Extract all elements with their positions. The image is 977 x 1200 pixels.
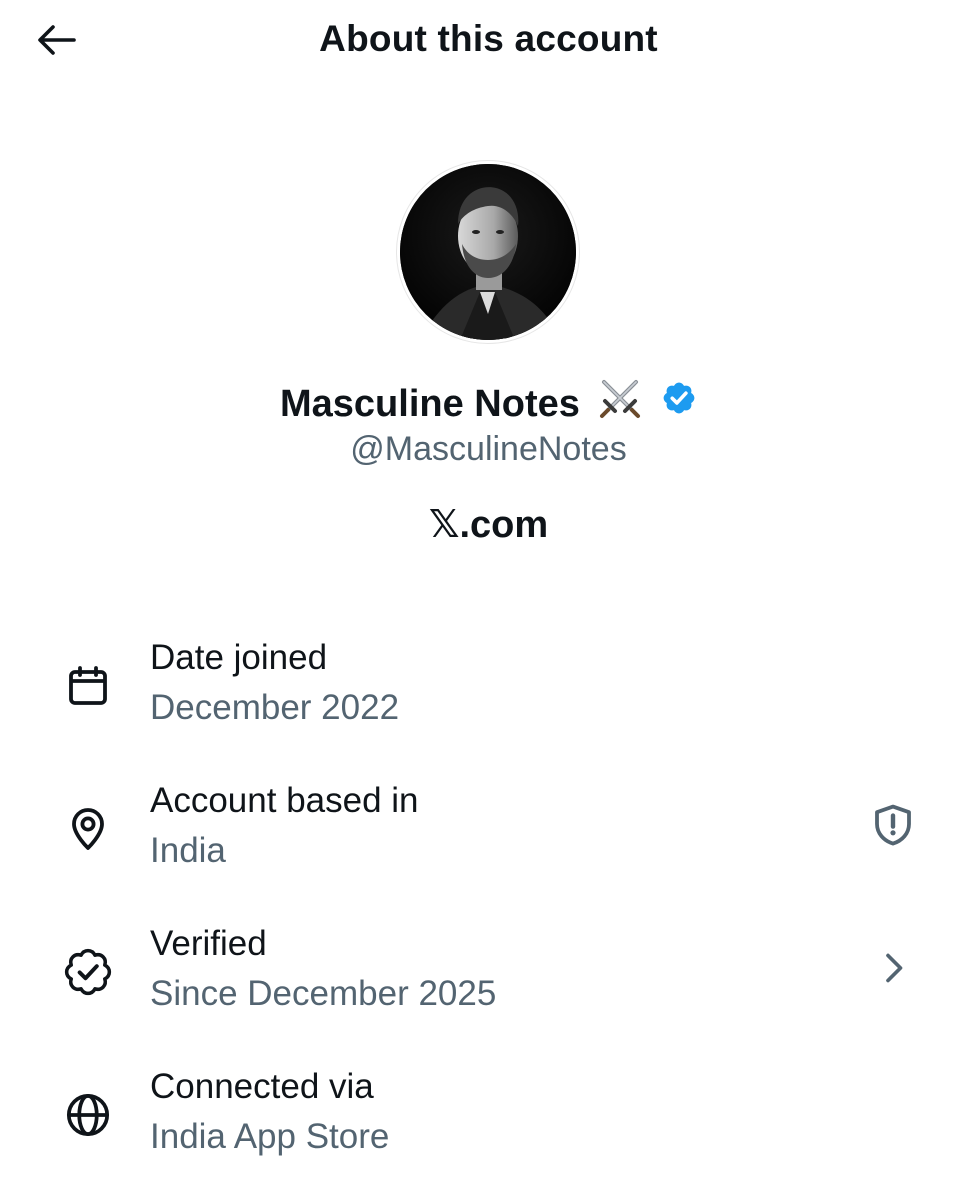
detail-row-connected-via: Connected via India App Store (0, 1065, 977, 1175)
location-pin-icon (60, 801, 116, 857)
verified-badge-icon[interactable] (661, 380, 697, 428)
display-name: Masculine Notes (280, 383, 580, 425)
detail-row-account-based-in: Account based in India (0, 779, 977, 889)
crossed-swords-icon (598, 376, 642, 432)
calendar-icon (60, 658, 116, 714)
globe-icon (60, 1087, 116, 1143)
detail-value: India App Store (150, 1117, 390, 1156)
detail-row-date-joined: Date joined December 2022 (0, 636, 977, 746)
shield-alert-icon[interactable] (865, 797, 921, 853)
avatar-image (400, 164, 576, 340)
detail-value: Since December 2025 (150, 974, 497, 1013)
top-bar: About this account (0, 0, 977, 84)
verified-outline-icon (60, 944, 116, 1000)
detail-value: December 2022 (150, 688, 400, 727)
detail-value: India (150, 831, 226, 870)
handle: @MasculineNotes (350, 430, 627, 468)
detail-label: Date joined (150, 638, 328, 677)
detail-label: Connected via (150, 1067, 374, 1106)
chevron-right-icon[interactable] (865, 940, 921, 996)
detail-label: Account based in (150, 781, 419, 820)
detail-row-verified[interactable]: Verified Since December 2025 (0, 922, 977, 1032)
page-title: About this account (319, 18, 658, 59)
site-label: 𝕏.com (428, 504, 549, 546)
detail-label: Verified (150, 924, 267, 963)
avatar[interactable] (396, 160, 580, 344)
display-name-row: Masculine Notes (0, 376, 977, 432)
